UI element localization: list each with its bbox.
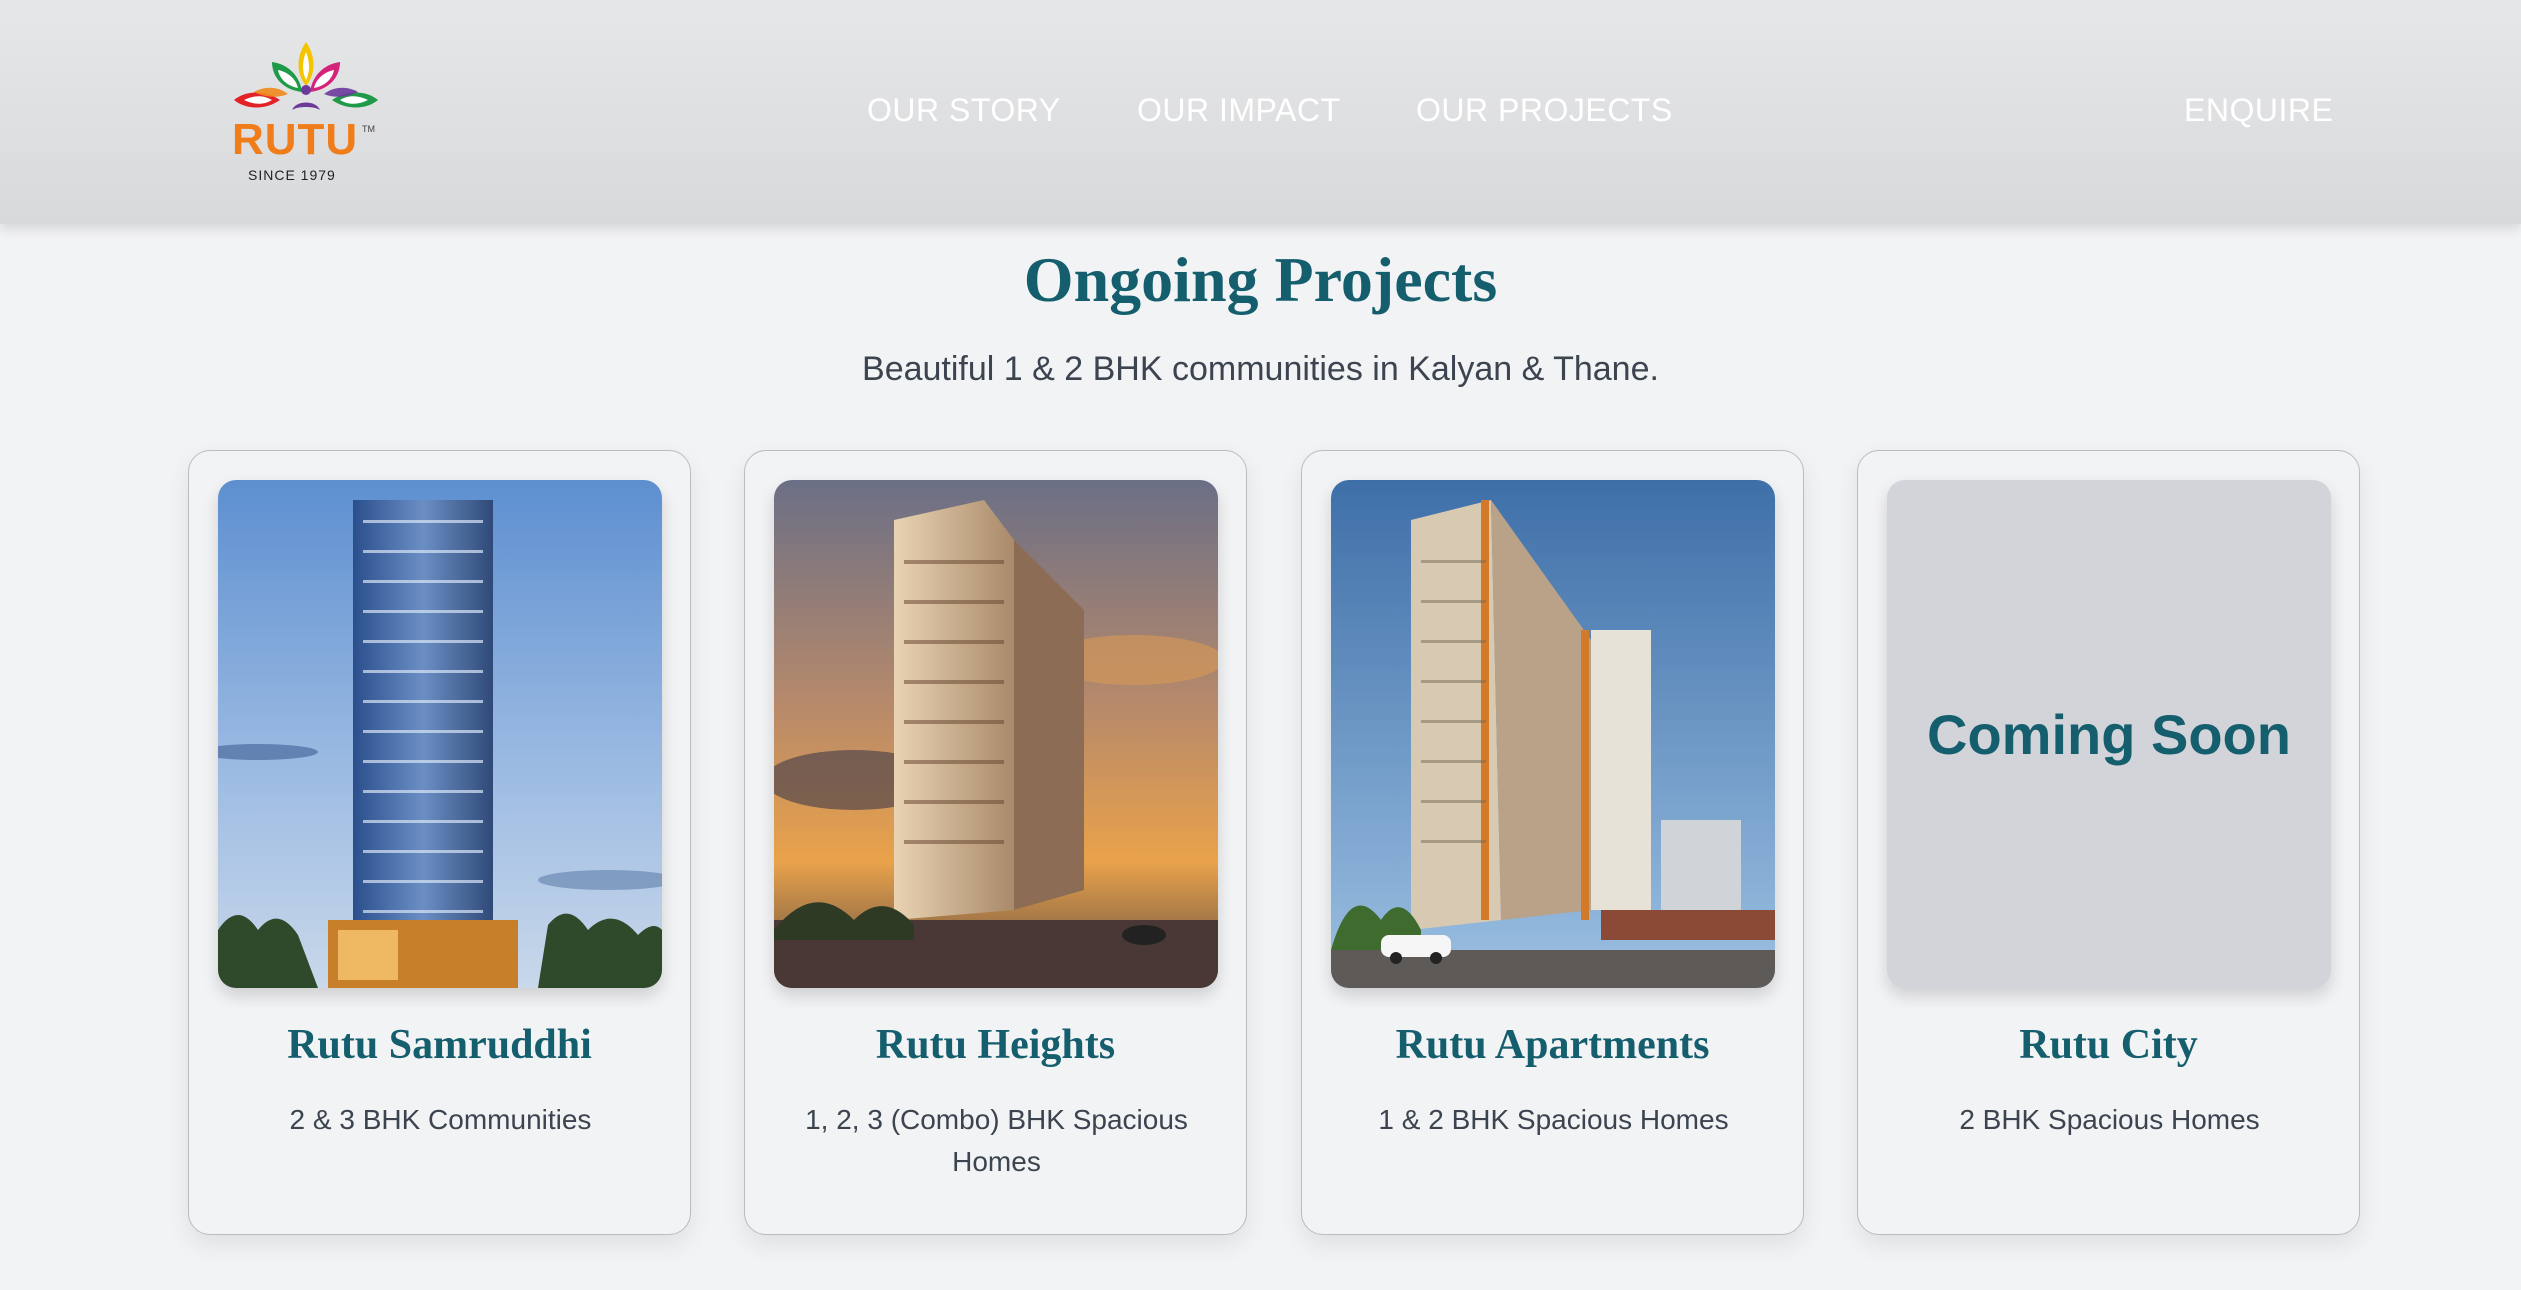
project-title: Rutu Heights <box>875 1022 1116 1068</box>
svg-text:SINCE 1979: SINCE 1979 <box>248 167 336 183</box>
nav-our-story[interactable]: OUR STORY <box>867 88 1061 132</box>
sunset-tower-photo[interactable] <box>774 480 1218 988</box>
project-description: 1 & 2 BHK Spacious Homes <box>1378 1104 1729 1135</box>
project-description: 2 & 3 BHK Communities <box>289 1104 592 1135</box>
nav-enquire[interactable]: ENQUIRE <box>2184 88 2333 132</box>
section-title: Ongoing Projects <box>1023 244 1498 315</box>
project-card-rutu-apartments[interactable]: Rutu Apartments 1 & 2 BHK Spacious Homes <box>1301 450 1804 1235</box>
main-nav: OUR STORY OUR IMPACT OUR PROJECTS ENQUIR… <box>0 88 2521 132</box>
project-description: 1, 2, 3 (Combo) BHK Spacious Homes <box>805 1104 1188 1177</box>
coming-soon-text: Coming Soon <box>1927 702 2291 766</box>
apartment-building-photo[interactable] <box>1331 480 1775 988</box>
project-title: Rutu Apartments <box>1395 1022 1710 1068</box>
nav-our-impact[interactable]: OUR IMPACT <box>1137 88 1341 132</box>
nav-our-projects[interactable]: OUR PROJECTS <box>1416 88 1673 132</box>
site-header: RUTU TM SINCE 1979 OUR STORY OUR IMPACT … <box>0 0 2521 224</box>
project-title: Rutu Samruddhi <box>287 1022 592 1068</box>
project-title: Rutu City <box>2019 1022 2198 1068</box>
tall-tower-photo[interactable] <box>218 480 662 988</box>
project-card-rutu-samruddhi[interactable]: Rutu Samruddhi 2 & 3 BHK Communities <box>188 450 691 1235</box>
section-subtitle: Beautiful 1 & 2 BHK communities in Kalya… <box>862 350 1659 388</box>
coming-soon-placeholder: Coming Soon <box>1887 480 2331 988</box>
project-description: 2 BHK Spacious Homes <box>1959 1104 2260 1135</box>
project-card-rutu-city[interactable]: Coming Soon Rutu City 2 BHK Spacious Hom… <box>1857 450 2360 1235</box>
project-card-rutu-heights[interactable]: Rutu Heights 1, 2, 3 (Combo) BHK Spaciou… <box>744 450 1247 1235</box>
